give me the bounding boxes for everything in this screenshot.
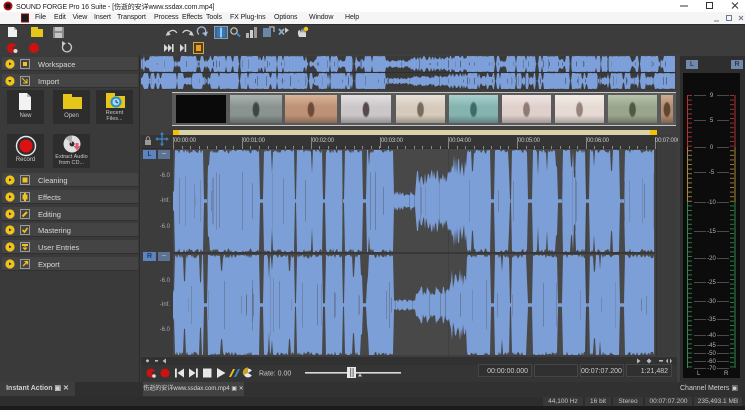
svg-text:-35: -35 xyxy=(707,317,716,323)
svg-text:Rate: 0.00: Rate: 0.00 xyxy=(259,371,291,378)
svg-text:-20: -20 xyxy=(707,256,716,262)
svg-text:-25: -25 xyxy=(707,280,716,286)
svg-text:-70: -70 xyxy=(707,366,716,372)
svg-text:-15: -15 xyxy=(707,229,716,235)
svg-text:-50: -50 xyxy=(707,351,716,357)
svg-text:-40: -40 xyxy=(707,333,716,339)
svg-text:-60: -60 xyxy=(707,359,716,365)
svg-text:-10: -10 xyxy=(707,200,716,206)
svg-text:R: R xyxy=(724,371,729,377)
svg-text:-45: -45 xyxy=(707,343,716,349)
svg-text:-30: -30 xyxy=(707,299,716,305)
svg-text:-5: -5 xyxy=(709,170,715,176)
